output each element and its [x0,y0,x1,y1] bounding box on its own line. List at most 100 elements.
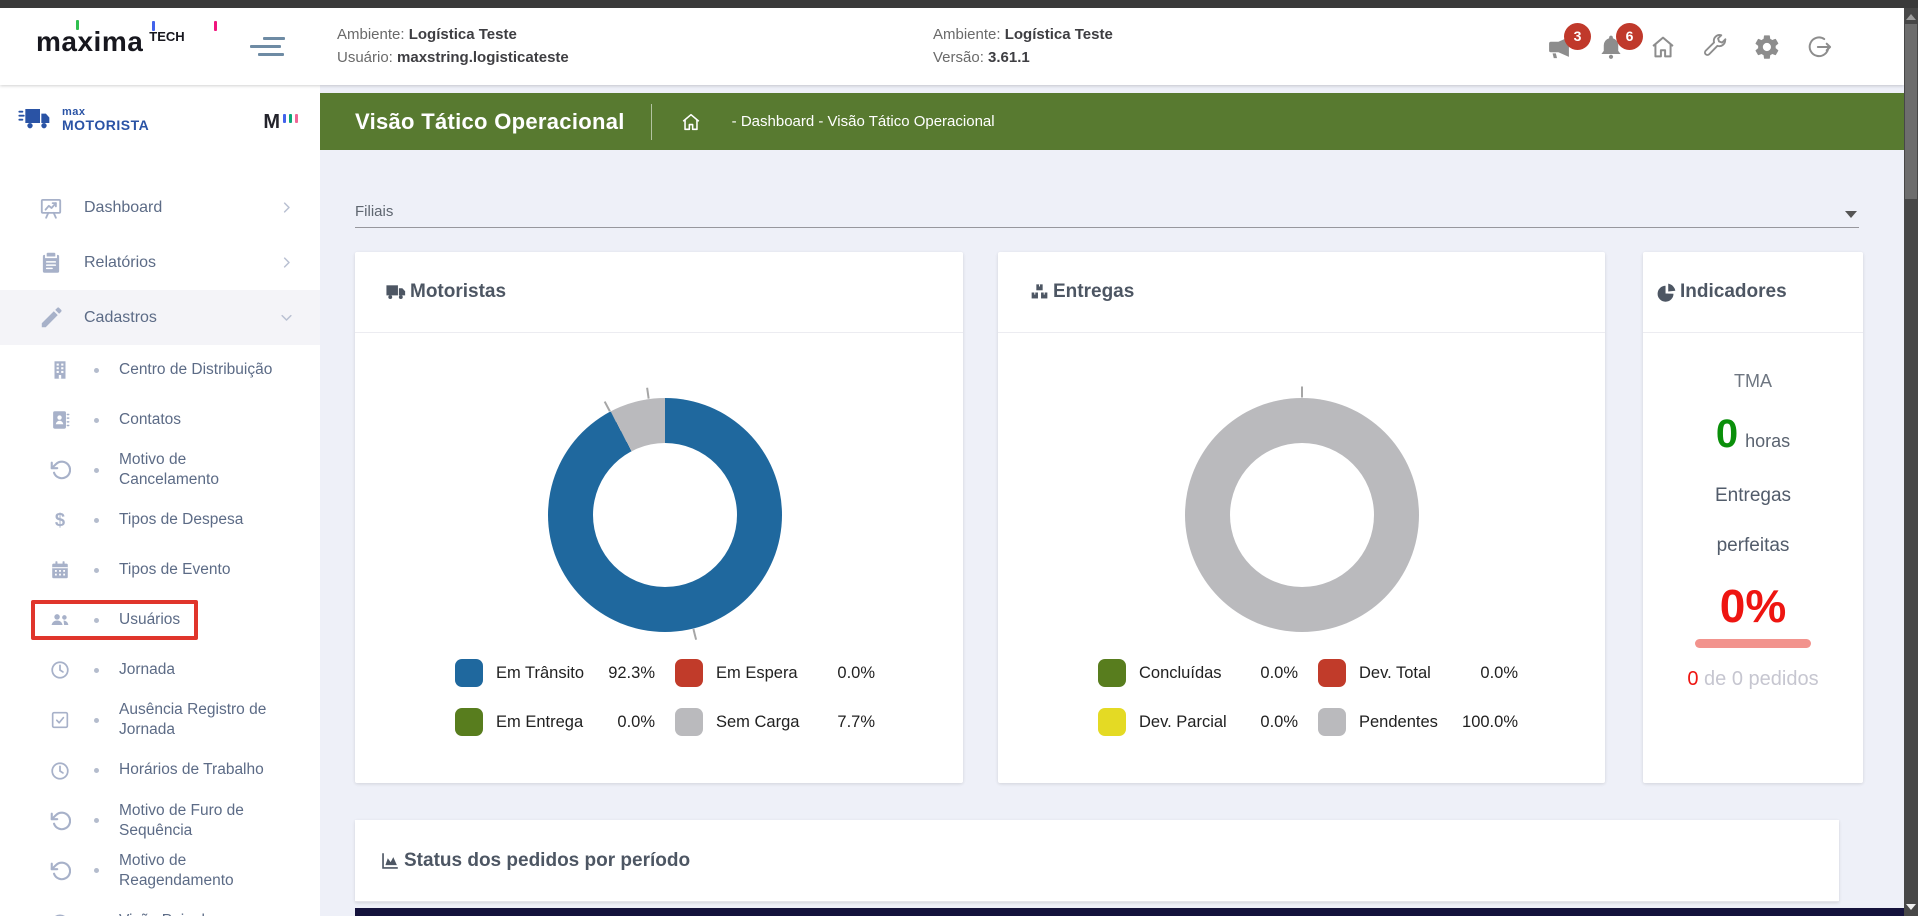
truck-icon [16,103,56,135]
m-tick-green [289,114,292,123]
sidebar-item-box: Tipos de Evento [35,554,244,586]
status-title: Status dos pedidos por período [404,850,690,872]
environment-info: Ambiente: Logística Teste Usuário: maxst… [337,23,569,69]
sidebar-item-label: Motivo de Cancelamento [119,450,287,490]
main-content: Visão Tático Operacional - Dashboard - V… [320,85,1904,916]
sidebar-item-label: Tipos de Evento [119,560,230,580]
breadcrumb: - Dashboard - Visão Tático Operacional [732,113,995,130]
sidebar-item-relatorios[interactable]: Relatórios [0,235,320,290]
sidebar-item-label: Motivo de Furo de Sequência [119,801,287,841]
version-info: Ambiente: Logística Teste Versão: 3.61.1 [933,23,1113,69]
bullet-icon [94,418,99,423]
building-icon [49,359,71,381]
hamburger-menu-button[interactable] [250,37,286,61]
brand-tick-pink [214,21,217,31]
legend-swatch [1318,659,1346,687]
legend-value: 0.0% [1260,713,1298,732]
sidebar-item-label: Jornada [119,660,175,680]
wrench-icon [1701,33,1729,61]
sidebar-item-motivo-de-furo-de-sequencia[interactable]: Motivo de Furo de Sequência [0,796,320,846]
bullet-icon [94,618,99,623]
sidebar-item-dashboard[interactable]: Dashboard [0,180,320,235]
sidebar-item-label: Ausência Registro de Jornada [119,700,287,740]
sidebar: max MOTORISTA M Dashboard Relatórios Cad… [0,85,320,916]
boxes-icon [1028,281,1051,304]
notifications-badge: 6 [1616,23,1643,50]
sidebar-item-box: Contatos [35,404,195,436]
sidebar-item-motivo-de-reagendamento[interactable]: Motivo de Reagendamento [0,846,320,896]
sidebar-item-box: Ausência Registro de Jornada [35,695,301,745]
orders-footer: 0 de 0 pedidos [1687,668,1818,691]
perfect-deliveries-percent: 0% [1720,579,1786,633]
sidebar-item-label: Relatórios [84,254,279,272]
page-title-bar: Visão Tático Operacional - Dashboard - V… [320,93,1904,150]
area-chart-icon [379,850,401,872]
sidebar-item-usuarios[interactable]: Usuários [0,595,320,645]
sidebar-item-jornada[interactable]: Jornada [0,645,320,695]
maximatech-logo: maximaTECH [36,26,246,70]
scrollbar-thumb[interactable] [1905,24,1917,199]
scrollbar-down-arrow-icon[interactable] [1906,904,1916,910]
sidebar-item-box: Motivo de Furo de Sequência [35,796,301,846]
undo-icon [49,459,71,481]
logout-icon [1805,33,1833,61]
legend-label: Dev. Total [1359,664,1480,683]
announcements-badge: 3 [1564,23,1591,50]
filiais-label: Filiais [355,203,393,220]
vertical-scrollbar[interactable] [1904,8,1918,916]
m-tick-blue [283,114,286,123]
legend-swatch [1098,659,1126,687]
sidebar-item-centro-de-distribuicao[interactable]: Centro de Distribuição [0,345,320,395]
legend-label: Em Entrega [496,713,617,732]
motoristas-title: Motoristas [410,281,506,303]
logout-button[interactable] [1805,33,1833,61]
home-button[interactable] [1649,33,1677,61]
sidebar-item-visao-painel[interactable]: Visão Painel [0,896,320,916]
sidebar-item-tipos-de-despesa[interactable]: $ Tipos de Despesa [0,495,320,545]
brand-tick-blue [152,21,155,31]
sidebar-menu: Dashboard Relatórios Cadastros Centro de… [0,180,320,916]
motoristas-donut-chart [548,398,782,632]
users-icon [49,609,71,631]
motoristas-donut-wrap [548,398,782,632]
donut-tick [692,629,697,640]
checkbox-icon [49,709,71,731]
legend-item: Sem Carga 7.7% [675,708,875,736]
sidebar-item-contatos[interactable]: Contatos [0,395,320,445]
legend-value: 92.3% [608,664,655,683]
legend-value: 7.7% [837,713,875,732]
sidebar-item-tipos-de-evento[interactable]: Tipos de Evento [0,545,320,595]
percent-underline-bar [1695,639,1811,648]
sidebar-item-box: Horários de Trabalho [35,755,278,787]
bullet-icon [94,568,99,573]
indicadores-title: Indicadores [1680,281,1787,303]
sidebar-item-horarios-de-trabalho[interactable]: Horários de Trabalho [0,746,320,796]
legend-label: Dev. Parcial [1139,713,1260,732]
svg-text:$: $ [55,509,65,530]
announcements-button[interactable]: 3 [1545,33,1573,61]
m-tick-pink [295,114,298,123]
legend-value: 0.0% [1480,664,1518,683]
brand-tick-green [76,20,79,30]
legend-item: Em Entrega 0.0% [455,708,655,736]
maxima-m-logo: M [263,111,298,134]
tools-button[interactable] [1701,33,1729,61]
sidebar-item-ausencia-registro-de-jornada[interactable]: Ausência Registro de Jornada [0,695,320,745]
notifications-button[interactable]: 6 [1597,33,1625,61]
sidebar-item-cadastros[interactable]: Cadastros [0,290,320,345]
pie-chart-icon [1655,281,1678,304]
maxmotorista-logo: max MOTORISTA [16,103,298,135]
chevron-right-icon [279,255,294,270]
filiais-select[interactable]: Filiais [355,197,1859,228]
legend-item: Pendentes 100.0% [1318,708,1518,736]
sidebar-item-box: $ Tipos de Despesa [35,504,257,536]
scrollbar-up-arrow-icon[interactable] [1906,14,1916,20]
logo-max: max [62,107,149,118]
donut-tick [604,401,611,412]
entregas-card: Entregas Concluídas 0.0% Dev. Total 0.0%… [998,252,1605,783]
contacts-icon [49,409,71,431]
sidebar-item-box: Visão Painel [35,905,219,916]
settings-button[interactable] [1753,33,1781,61]
sidebar-item-motivo-de-cancelamento[interactable]: Motivo de Cancelamento [0,445,320,495]
breadcrumb-home-icon[interactable] [680,111,702,133]
